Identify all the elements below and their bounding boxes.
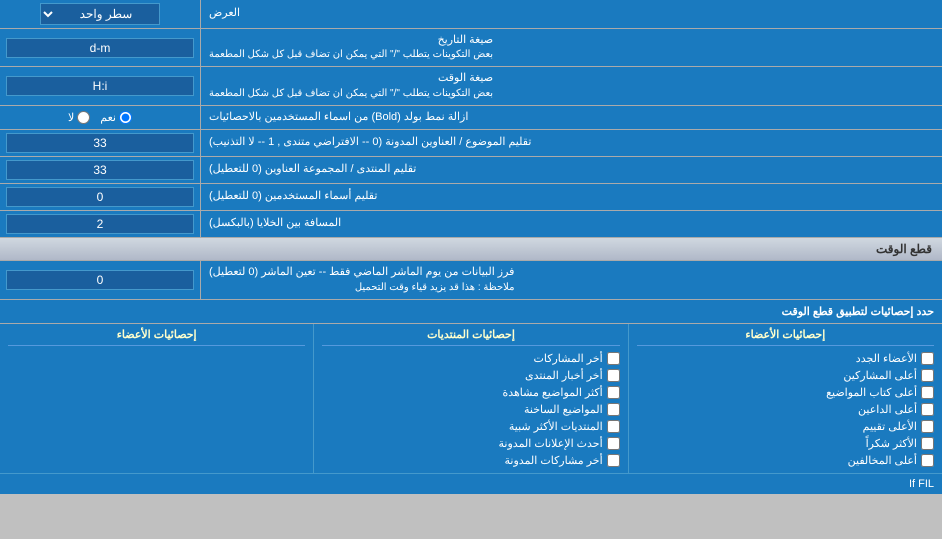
bold-remove-label: ازالة نمط بولد (Bold) من اسماء المستخدمي… <box>200 106 942 129</box>
stats-item[interactable]: أعلى المشاركين <box>637 367 934 384</box>
time-format-input[interactable]: H:i <box>0 67 200 104</box>
realtime-label: فرز البيانات من يوم الماشر الماضي فقط --… <box>200 261 942 298</box>
stats-item[interactable]: المنتديات الأكثر شبية <box>322 418 619 435</box>
bold-remove-yes-radio[interactable] <box>119 111 132 124</box>
checkbox-top-violators[interactable] <box>921 454 934 467</box>
checkbox-most-active-forums[interactable] <box>607 420 620 433</box>
space-between-label: المسافة بين الخلايا (بالبكسل) <box>200 211 942 237</box>
checkbox-latest-blog-posts[interactable] <box>607 454 620 467</box>
topic-title-input[interactable]: 33 <box>0 130 200 156</box>
stats-col-members2: إحصائيات الأعضاء <box>0 324 313 473</box>
stats-col1-header: إحصائيات الأعضاء <box>637 328 934 346</box>
stats-item[interactable]: الأعضاء الجدد <box>637 350 934 367</box>
stats-col-forums: إحصائيات المنتديات أخر المشاركات أخر أخب… <box>313 324 627 473</box>
date-format-row: صيغة التاريخ بعض التكوينات يتطلب "/" الت… <box>0 29 942 67</box>
checkbox-new-members[interactable] <box>921 352 934 365</box>
checkbox-latest-announcements[interactable] <box>607 437 620 450</box>
stats-header: حدد إحصائيات لتطبيق قطع الوقت <box>0 300 942 324</box>
time-format-field[interactable]: H:i <box>6 76 194 96</box>
stats-item[interactable]: أكثر المواضيع مشاهدة <box>322 384 619 401</box>
date-format-label: صيغة التاريخ بعض التكوينات يتطلب "/" الت… <box>200 29 942 66</box>
checkbox-most-viewed[interactable] <box>607 386 620 399</box>
stats-item[interactable]: الأعلى تقييم <box>637 418 934 435</box>
checkbox-top-topic-authors[interactable] <box>921 386 934 399</box>
space-between-row: المسافة بين الخلايا (بالبكسل) 2 <box>0 211 942 238</box>
stats-col-members: إحصائيات الأعضاء الأعضاء الجدد أعلى المش… <box>628 324 942 473</box>
username-limit-label: تقليم أسماء المستخدمين (0 للتعطيل) <box>200 184 942 210</box>
date-format-field[interactable]: d-m <box>6 38 194 58</box>
stats-area: إحصائيات الأعضاء الأعضاء الجدد أعلى المش… <box>0 324 942 473</box>
stats-item[interactable]: أعلى كتاب المواضيع <box>637 384 934 401</box>
realtime-row: فرز البيانات من يوم الماشر الماضي فقط --… <box>0 261 942 299</box>
username-limit-input[interactable]: 0 <box>0 184 200 210</box>
bold-remove-no-radio[interactable] <box>77 111 90 124</box>
stats-col3-header: إحصائيات الأعضاء <box>8 328 305 346</box>
bold-remove-row: ازالة نمط بولد (Bold) من اسماء المستخدمي… <box>0 106 942 130</box>
stats-item[interactable]: المواضيع الساخنة <box>322 401 619 418</box>
username-limit-row: تقليم أسماء المستخدمين (0 للتعطيل) 0 <box>0 184 942 211</box>
bold-remove-no-label[interactable]: لا <box>68 111 90 124</box>
forum-group-row: تقليم المنتدى / المجموعة العناوين (0 للت… <box>0 157 942 184</box>
topic-title-label: تقليم الموضوع / العناوين المدونة (0 -- ا… <box>200 130 942 156</box>
display-type-input[interactable]: سطر واحد سطرين ثلاثة أسطر <box>0 0 200 28</box>
checkbox-most-thanked[interactable] <box>921 437 934 450</box>
stats-item[interactable]: أخر المشاركات <box>322 350 619 367</box>
stats-item[interactable]: أخر أخبار المنتدى <box>322 367 619 384</box>
topic-title-field[interactable]: 33 <box>6 133 194 153</box>
display-type-select[interactable]: سطر واحد سطرين ثلاثة أسطر <box>40 3 160 25</box>
stats-item[interactable]: أخر مشاركات المدونة <box>322 452 619 469</box>
realtime-input[interactable]: 0 <box>0 261 200 298</box>
topic-title-row: تقليم الموضوع / العناوين المدونة (0 -- ا… <box>0 130 942 157</box>
filter-row: If FIL <box>0 473 942 494</box>
display-type-row: العرض سطر واحد سطرين ثلاثة أسطر <box>0 0 942 29</box>
time-format-label: صيغة الوقت بعض التكوينات يتطلب "/" التي … <box>200 67 942 104</box>
checkbox-top-inviters[interactable] <box>921 403 934 416</box>
date-format-input[interactable]: d-m <box>0 29 200 66</box>
space-between-input[interactable]: 2 <box>0 211 200 237</box>
checkbox-top-rated[interactable] <box>921 420 934 433</box>
stats-col2-header: إحصائيات المنتديات <box>322 328 619 346</box>
stats-item[interactable]: أعلى المخالفين <box>637 452 934 469</box>
forum-group-input[interactable]: 33 <box>0 157 200 183</box>
stats-item[interactable]: أعلى الداعين <box>637 401 934 418</box>
display-type-label: العرض <box>200 0 942 28</box>
checkbox-top-posters[interactable] <box>921 369 934 382</box>
stats-item[interactable]: الأكثر شكراً <box>637 435 934 452</box>
username-limit-field[interactable]: 0 <box>6 187 194 207</box>
bold-remove-yes-label[interactable]: نعم <box>100 111 132 124</box>
forum-group-field[interactable]: 33 <box>6 160 194 180</box>
filter-text: If FIL <box>909 478 934 490</box>
space-between-field[interactable]: 2 <box>6 214 194 234</box>
realtime-field[interactable]: 0 <box>6 270 194 290</box>
checkbox-hot-topics[interactable] <box>607 403 620 416</box>
forum-group-label: تقليم المنتدى / المجموعة العناوين (0 للت… <box>200 157 942 183</box>
time-format-row: صيغة الوقت بعض التكوينات يتطلب "/" التي … <box>0 67 942 105</box>
checkbox-forum-news[interactable] <box>607 369 620 382</box>
checkbox-latest-posts[interactable] <box>607 352 620 365</box>
stats-item[interactable]: أحدث الإعلانات المدونة <box>322 435 619 452</box>
bold-remove-radio[interactable]: نعم لا <box>0 106 200 129</box>
realtime-section-header: قطع الوقت <box>0 238 942 261</box>
